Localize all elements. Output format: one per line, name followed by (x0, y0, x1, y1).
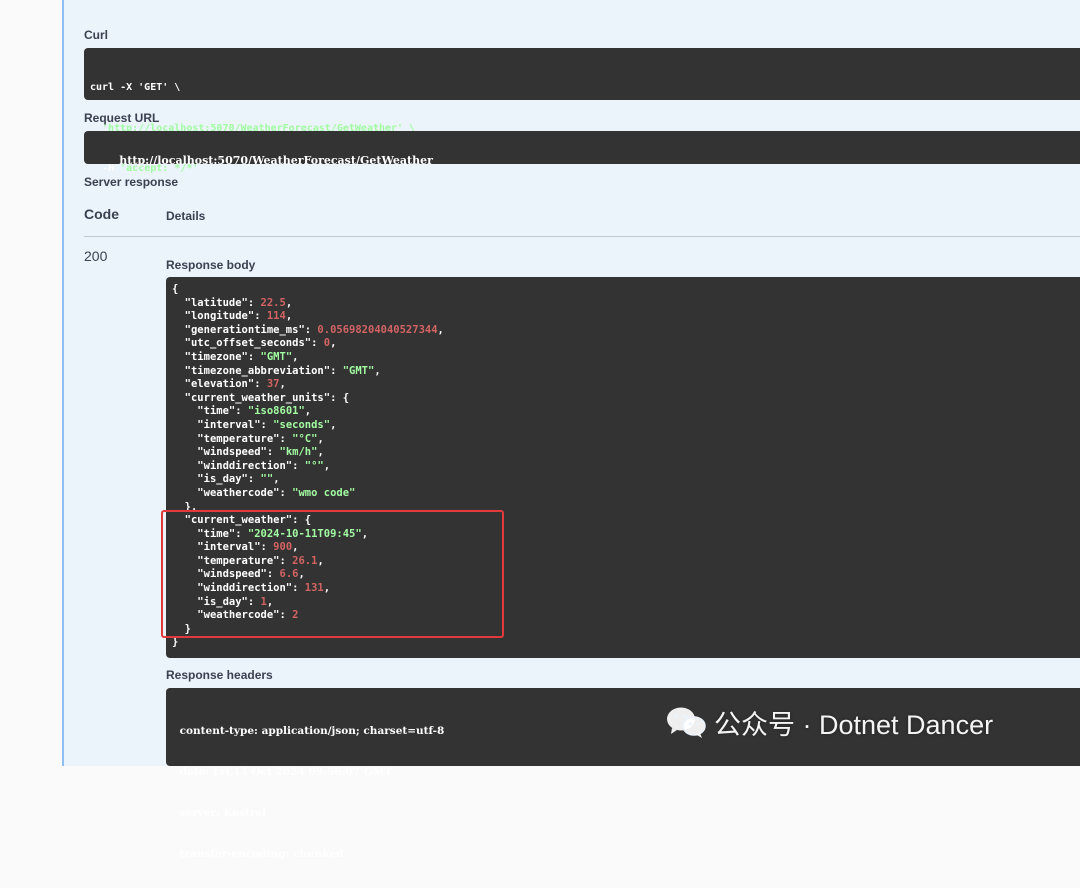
request-url-value: http://localhost:5070/WeatherForecast/Ge… (119, 153, 433, 167)
request-url-label: Request URL (84, 111, 160, 125)
json-line: "current_weather_units": { (184, 391, 350, 404)
column-header-details: Details (166, 209, 206, 223)
curl-label: Curl (84, 28, 108, 42)
json-line: "weathercode": "wmo code" (197, 486, 356, 499)
json-line: "windspeed": 6.6, (197, 568, 305, 581)
json-line: "winddirection": 131, (197, 582, 331, 595)
watermark: 公众号 · Dotnet Dancer (666, 702, 993, 742)
json-line: "timezone": "GMT", (184, 350, 299, 363)
json-line: "weathercode": 2 (197, 609, 299, 622)
response-headers-label: Response headers (166, 668, 273, 682)
header-line: server: Kestrel (176, 806, 270, 819)
column-header-code: Code (84, 206, 119, 222)
json-line: { (172, 283, 179, 295)
json-line: "is_day": 1, (197, 595, 274, 608)
json-line: "utc_offset_seconds": 0, (184, 337, 337, 350)
wechat-icon (667, 707, 706, 738)
json-line: } (172, 622, 191, 635)
json-line: "windspeed": "km/h", (197, 446, 324, 459)
header-line: transfer-encoding: chunked (176, 847, 348, 860)
execution-panel: Curl curl -X 'GET' \ 'http://localhost:5… (62, 0, 1080, 860)
json-line: "time": "iso8601", (197, 405, 312, 418)
json-line: "interval": 900, (197, 541, 299, 554)
request-url-block[interactable]: http://localhost:5070/WeatherForecast/Ge… (84, 131, 1080, 167)
json-line: "winddirection": "°", (197, 459, 331, 472)
json-line: "longitude": 114, (184, 310, 293, 323)
json-line: "time": "2024-10-11T09:45", (197, 527, 369, 540)
json-line: "elevation": 37, (184, 378, 286, 391)
json-line: "latitude": 22.5, (184, 296, 293, 309)
json-line: "interval": "seconds", (197, 418, 337, 431)
json-line: }, (172, 500, 198, 513)
json-line: "timezone_abbreviation": "GMT", (184, 364, 381, 377)
response-body-code[interactable]: { "latitude": 22.5, "longitude": 114, "g… (166, 277, 1080, 658)
response-status-code: 200 (84, 248, 108, 264)
header-line: date: Fri,11 Oct 2024 09:56:07 GMT (176, 765, 396, 778)
response-body-label: Response body (166, 258, 256, 272)
curl-code-block[interactable]: curl -X 'GET' \ 'http://localhost:5070/W… (84, 48, 1080, 174)
json-line: "temperature": "°C", (197, 432, 324, 445)
json-line: "generationtime_ms": 0.05698204040527344… (184, 323, 444, 336)
curl-line: curl -X 'GET' \ (90, 82, 181, 93)
json-line: "temperature": 26.1, (197, 554, 324, 567)
json-line: "current_weather": { (184, 514, 312, 527)
json-line: "is_day": "", (197, 473, 280, 486)
server-response-label: Server response (84, 175, 179, 189)
watermark-text: 公众号 · Dotnet Dancer (714, 709, 994, 740)
response-table-header: Code Details (84, 198, 1080, 237)
json-line: } (172, 636, 179, 649)
